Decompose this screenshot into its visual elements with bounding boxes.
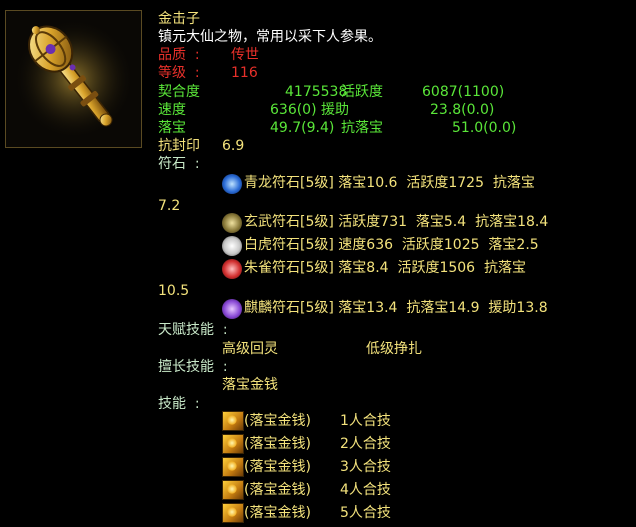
seal-resist-value: 6.9	[222, 138, 245, 154]
stat-value-2: 51.0(0.0)	[452, 120, 517, 136]
vermilion-bird-rune-icon	[222, 259, 242, 279]
rune-line-wrap: 7.2	[158, 198, 181, 214]
stat-label: 落宝	[158, 120, 186, 136]
gold-coin-skill-icon	[222, 457, 244, 477]
skill-combo: 3人合技	[340, 459, 391, 475]
level-label: 等级 :	[158, 65, 200, 81]
specialty-skill: 落宝金钱	[222, 377, 278, 393]
gold-coin-skill-icon	[222, 434, 244, 454]
skill-name: (落宝金钱)	[244, 436, 311, 452]
rune-line: 朱雀符石[5级] 落宝8.4 活跃度1506 抗落宝	[244, 260, 526, 276]
white-tiger-rune-icon	[222, 236, 242, 256]
skill-name: (落宝金钱)	[244, 505, 311, 521]
gold-coin-skill-icon	[222, 503, 244, 523]
quality-label: 品质 :	[158, 47, 200, 63]
stat-value-2: 23.8(0.0)	[430, 102, 495, 118]
qilin-rune-icon	[222, 299, 242, 319]
stat-label: 速度	[158, 102, 186, 118]
skill-combo: 4人合技	[340, 482, 391, 498]
rune-line: 白虎符石[5级] 速度636 活跃度1025 落宝2.5	[244, 237, 539, 253]
stat-value: 636(0)	[270, 102, 317, 118]
item-description: 镇元大仙之物，常用以采下人参果。	[158, 29, 382, 45]
item-tooltip-panel: 金击子 镇元大仙之物，常用以采下人参果。 品质 : 传世 等级 : 116 契合…	[0, 0, 636, 527]
skill-combo: 5人合技	[340, 505, 391, 521]
skill-name: (落宝金钱)	[244, 413, 311, 429]
quality-value: 传世	[231, 47, 259, 63]
talent-skills-label: 天赋技能 :	[158, 322, 228, 338]
stat-value-2: 6087(1100)	[422, 84, 505, 100]
seal-resist-label: 抗封印	[158, 138, 200, 154]
specialty-skills-label: 擅长技能 :	[158, 359, 228, 375]
gold-coin-skill-icon	[222, 480, 244, 500]
skill-name: (落宝金钱)	[244, 459, 311, 475]
rune-line-wrap: 10.5	[158, 283, 190, 299]
skill-combo: 1人合技	[340, 413, 391, 429]
stat-label-2: 活跃度	[341, 84, 383, 100]
stat-label: 契合度	[158, 84, 200, 100]
rune-line: 玄武符石[5级] 活跃度731 落宝5.4 抗落宝18.4	[244, 214, 549, 230]
runes-label: 符石 :	[158, 156, 200, 172]
rune-line: 青龙符石[5级] 落宝10.6 活跃度1725 抗落宝	[244, 175, 535, 191]
skill-combo: 2人合技	[340, 436, 391, 452]
skill-name: (落宝金钱)	[244, 482, 311, 498]
black-tortoise-rune-icon	[222, 213, 242, 233]
gold-coin-skill-icon	[222, 411, 244, 431]
talent-skill: 高级回灵	[222, 341, 278, 357]
skills-label: 技能 :	[158, 396, 200, 412]
stat-value: 4175538	[285, 84, 348, 100]
level-value: 116	[231, 65, 258, 81]
item-image-frame	[5, 10, 142, 148]
azure-dragon-rune-icon	[222, 174, 242, 194]
talent-skill: 低级挣扎	[366, 341, 422, 357]
stat-value: 49.7(9.4)	[270, 120, 335, 136]
stat-label-2: 援助	[321, 102, 349, 118]
golden-scepter-icon	[12, 17, 136, 141]
rune-line: 麒麟符石[5级] 落宝13.4 抗落宝14.9 援助13.8	[244, 300, 548, 316]
item-name: 金击子	[158, 11, 200, 27]
stat-label-2: 抗落宝	[341, 120, 383, 136]
